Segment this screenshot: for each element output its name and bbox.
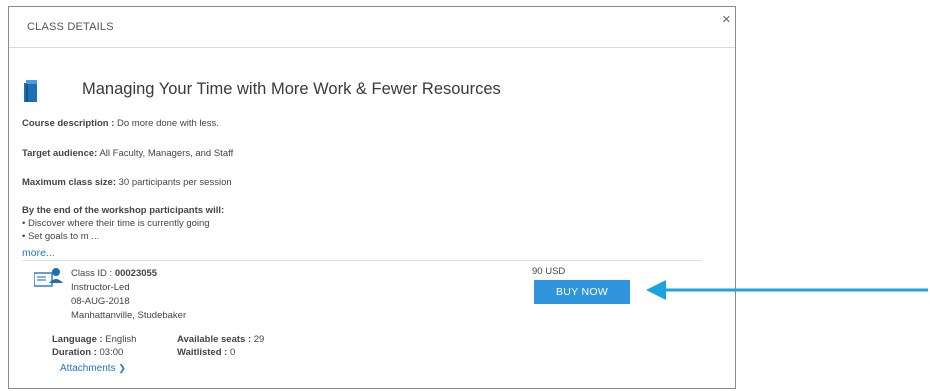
description-value: Do more done with less.	[114, 118, 219, 129]
audience-label: Target audience:	[22, 148, 98, 159]
chevron-right-icon: ❯	[118, 363, 126, 373]
waitlisted-label: Waitlisted :	[177, 347, 228, 358]
panel-header: CLASS DETAILS	[9, 7, 735, 48]
buy-now-button[interactable]: BUY NOW	[534, 280, 630, 304]
duration-label: Duration :	[52, 347, 97, 358]
target-audience: Target audience: All Faculty, Managers, …	[22, 148, 233, 159]
language-label: Language :	[52, 334, 103, 345]
class-id: Class ID : 00023055	[71, 268, 157, 279]
attachments-label: Attachments	[60, 363, 116, 374]
class-date: 08-AUG-2018	[71, 296, 130, 307]
book-icon	[24, 80, 37, 102]
language: Language : English	[52, 334, 136, 345]
size-label: Maximum class size:	[22, 177, 116, 188]
waitlisted-value: 0	[227, 347, 236, 358]
attachments-link[interactable]: Attachments ❯	[60, 363, 126, 374]
max-class-size: Maximum class size: 30 participants per …	[22, 177, 232, 188]
size-value: 30 participants per session	[116, 177, 232, 188]
outcome-item: • Set goals to m ...	[22, 231, 100, 242]
seats-value: 29	[251, 334, 265, 345]
description-label: Course description :	[22, 118, 115, 129]
class-type: Instructor-Led	[71, 282, 130, 293]
language-value: English	[102, 334, 137, 345]
available-seats: Available seats : 29	[177, 334, 264, 345]
duration: Duration : 03:00	[52, 347, 123, 358]
class-id-label: Class ID :	[71, 268, 115, 279]
seats-label: Available seats :	[177, 334, 252, 345]
more-link[interactable]: more...	[22, 247, 55, 259]
course-description: Course description : Do more done with l…	[22, 118, 219, 129]
class-price: 90 USD	[532, 266, 566, 277]
classroom-icon	[34, 268, 63, 287]
pointer-arrow-icon	[646, 280, 928, 300]
outcome-item: • Discover where their time is currently…	[22, 218, 210, 229]
class-location: Manhattanville, Studebaker	[71, 310, 187, 321]
outcomes-heading: By the end of the workshop participants …	[22, 205, 225, 216]
waitlisted: Waitlisted : 0	[177, 347, 235, 358]
class-id-value: 00023055	[114, 268, 158, 279]
audience-value: All Faculty, Managers, and Staff	[97, 148, 234, 159]
course-title: Managing Your Time with More Work & Fewe…	[82, 80, 501, 98]
panel-title: CLASS DETAILS	[27, 21, 114, 33]
close-icon[interactable]: ×	[722, 11, 731, 28]
duration-value: 03:00	[96, 347, 124, 358]
